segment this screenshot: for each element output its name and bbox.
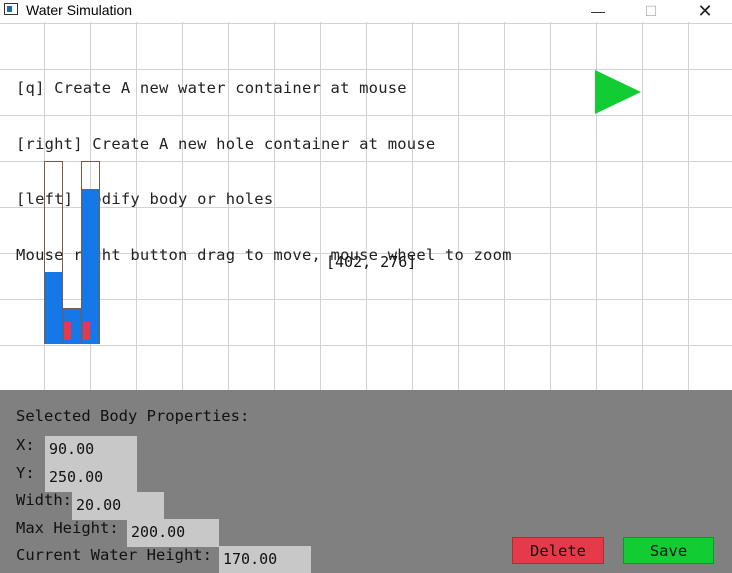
max-height-field[interactable]: 200.00 [127,519,219,547]
app-icon [4,3,18,15]
save-button[interactable]: Save [623,537,714,564]
window-title: Water Simulation [26,2,133,18]
play-icon[interactable] [595,70,641,114]
current-water-height-field[interactable]: 170.00 [219,546,311,573]
x-label: X: [16,436,35,454]
width-field[interactable]: 20.00 [72,492,164,520]
title-bar: Water Simulation — ☐ ✕ [0,0,732,22]
close-button[interactable]: ✕ [682,0,728,22]
hole[interactable] [83,322,90,340]
width-label: Width: [16,491,72,509]
mouse-coordinates: [402, 276] [326,253,417,271]
max-height-label: Max Height: [16,519,119,537]
maximize-button[interactable]: ☐ [628,0,674,22]
y-field[interactable]: 250.00 [45,464,137,492]
simulation-canvas[interactable]: [q] Create A new water container at mous… [0,22,732,390]
panel-title: Selected Body Properties: [16,407,250,425]
current-water-height-label: Current Water Height: [16,546,212,564]
water-fill [82,189,99,344]
minimize-button[interactable]: — [575,0,621,22]
y-label: Y: [16,464,35,482]
instruction-line: [right] Create A new hole container at m… [16,134,436,153]
delete-button[interactable]: Delete [512,537,604,564]
instruction-line: [q] Create A new water container at mous… [16,79,407,97]
hole[interactable] [64,322,71,340]
water-fill [45,272,62,344]
properties-panel: Selected Body Properties: X: 90.00 Y: 25… [0,390,732,573]
x-field[interactable]: 90.00 [45,436,137,464]
